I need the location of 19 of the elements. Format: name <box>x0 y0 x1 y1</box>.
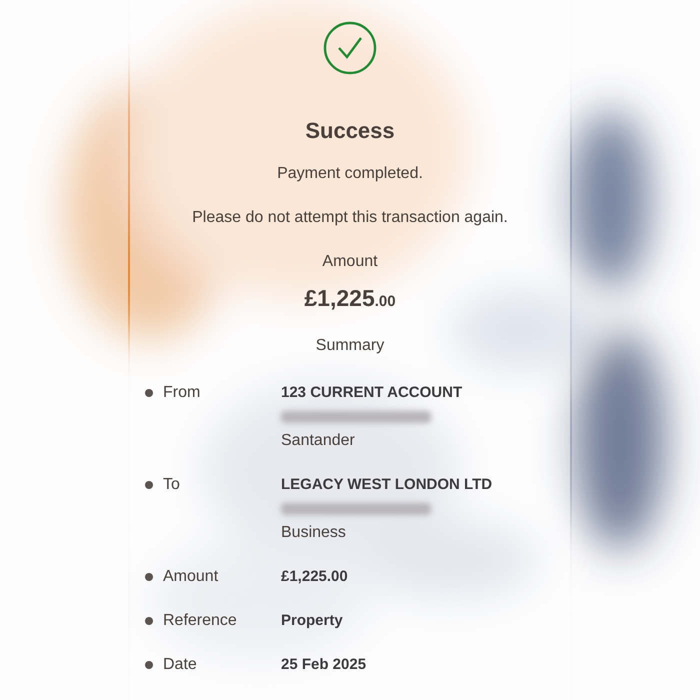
detail-label: Amount <box>163 567 220 587</box>
status-message: Payment completed. <box>277 164 423 184</box>
detail-value: £1,225.00 <box>281 567 348 587</box>
summary-heading: Summary <box>316 336 384 356</box>
detail-value: 25 Feb 2025 <box>281 655 366 675</box>
detail-label: Reference <box>163 611 238 631</box>
detail-value: Property <box>281 611 343 631</box>
detail-note: Business <box>281 523 347 543</box>
status-message: Please do not attempt this transaction again. <box>192 208 508 228</box>
amount-label: Amount <box>322 252 378 272</box>
detail-value: 123 CURRENT ACCOUNT <box>281 383 462 403</box>
detail-label: Date <box>163 655 198 675</box>
detail-label: To <box>163 475 181 495</box>
detail-value: LEGACY WEST LONDON LTD <box>281 475 492 495</box>
detail-label: From <box>163 383 202 403</box>
success-title: Success <box>305 118 395 144</box>
amount-value: £1,225.00 <box>304 284 396 313</box>
detail-note: Santander <box>281 431 356 451</box>
success-check-icon <box>323 21 377 75</box>
